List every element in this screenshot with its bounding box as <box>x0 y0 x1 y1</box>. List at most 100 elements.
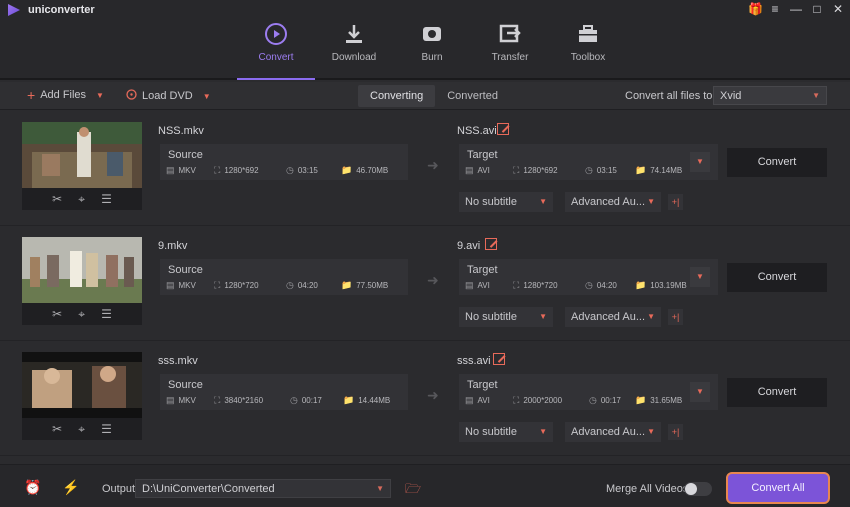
minimize-icon[interactable]: — <box>790 2 802 16</box>
chevron-down-icon[interactable]: ▼ <box>203 92 211 101</box>
subtitle-select[interactable]: No subtitle ▼ <box>459 192 553 212</box>
speed-icon[interactable]: ⚡ <box>62 479 79 496</box>
target-format: AVI <box>477 396 490 405</box>
effects-icon[interactable]: ☰ <box>101 422 112 436</box>
convert-all-button[interactable]: Convert All <box>726 472 830 504</box>
subtitle-select[interactable]: No subtitle ▼ <box>459 307 553 327</box>
source-label: Source <box>168 379 203 391</box>
target-format-dropdown[interactable]: ▼ <box>690 382 710 402</box>
tab-converting[interactable]: Converting <box>358 85 436 107</box>
load-dvd-label: Load DVD <box>142 90 193 102</box>
video-thumbnail[interactable]: ✂ ⌖ ☰ <box>22 237 142 325</box>
video-thumbnail[interactable]: ✂ ⌖ ☰ <box>22 122 142 210</box>
nav-label: Download <box>331 52 377 63</box>
burn-icon <box>393 22 471 46</box>
video-thumbnail[interactable]: ✂ ⌖ ☰ <box>22 352 142 440</box>
nav-toolbox[interactable]: Toolbox <box>549 18 627 80</box>
source-duration: 04:20 <box>297 281 318 290</box>
format-icon: ▤ <box>166 280 175 290</box>
schedule-icon[interactable]: ⏰ <box>24 479 41 496</box>
dvd-icon <box>126 89 137 103</box>
resolution-icon: ⛶ <box>513 280 520 290</box>
convert-button[interactable]: Convert <box>727 263 827 292</box>
crop-icon[interactable]: ⌖ <box>78 192 85 207</box>
target-format: AVI <box>477 166 490 175</box>
trim-icon[interactable]: ✂ <box>52 307 62 321</box>
source-format: MKV <box>178 281 196 290</box>
filesize-icon: 📁 <box>635 165 647 175</box>
output-format-select[interactable]: Xvid ▼ <box>713 86 827 105</box>
convert-button[interactable]: Convert <box>727 148 827 177</box>
logo-icon <box>8 4 20 16</box>
plus-icon: + <box>27 86 36 103</box>
trim-icon[interactable]: ✂ <box>52 192 62 206</box>
nav-convert[interactable]: Convert <box>237 18 315 80</box>
add-files-label: Add Files <box>40 89 87 101</box>
target-resolution: 2000*2000 <box>523 396 563 405</box>
maximize-icon[interactable]: □ <box>811 2 823 16</box>
crop-icon[interactable]: ⌖ <box>78 422 85 437</box>
close-icon[interactable]: ✕ <box>832 2 844 16</box>
target-label: Target <box>467 264 498 276</box>
chevron-down-icon: ▼ <box>647 312 655 321</box>
chevron-down-icon[interactable]: ▼ <box>96 91 104 100</box>
file-row: ✂ ⌖ ☰ 9.mkv 9.avi Source ▤ MKV ⛶ 1280*720 … <box>0 226 850 341</box>
add-files-button[interactable]: + Add Files ▼ <box>27 86 104 103</box>
audio-select[interactable]: Advanced Au... ▼ <box>565 307 661 327</box>
target-info: Target ▤ AVI ⛶ 1280*720 ◷ 04:20 📁 103.19MB ▼ <box>459 259 718 295</box>
trim-icon[interactable]: ✂ <box>52 422 62 436</box>
add-subtitle-icon[interactable]: +| <box>668 194 683 210</box>
crop-icon[interactable]: ⌖ <box>78 307 85 322</box>
add-subtitle-icon[interactable]: +| <box>668 424 683 440</box>
format-icon: ▤ <box>465 280 474 290</box>
gift-icon[interactable]: 🎁 <box>748 2 763 16</box>
chevron-down-icon: ▼ <box>539 197 547 206</box>
open-folder-icon[interactable]: 🗁 <box>405 480 421 502</box>
thumbnail-image <box>22 122 142 188</box>
subtitle-select[interactable]: No subtitle ▼ <box>459 422 553 442</box>
nav-label: Toolbox <box>570 52 606 63</box>
resolution-icon: ⛶ <box>513 395 520 405</box>
app-title: uniconverter <box>28 4 95 16</box>
nav-burn[interactable]: Burn <box>393 18 471 80</box>
source-resolution: 3840*2160 <box>224 396 264 405</box>
file-row: ✂ ⌖ ☰ NSS.mkv NSS.avi Source ▤ MKV ⛶ 1280*… <box>0 111 850 226</box>
merge-toggle[interactable] <box>684 482 712 496</box>
download-icon <box>315 22 393 46</box>
edit-name-icon[interactable] <box>493 353 505 365</box>
load-dvd-button[interactable]: Load DVD ▼ <box>126 89 211 103</box>
duration-icon: ◷ <box>585 165 593 175</box>
source-meta: ▤ MKV ⛶ 1280*692 ◷ 03:15 📁 46.70MB <box>166 165 388 176</box>
bottom-bar: ⏰ ⚡ Output D:\UniConverter\Converted ▼ 🗁… <box>0 464 850 507</box>
convert-button[interactable]: Convert <box>727 378 827 407</box>
add-subtitle-icon[interactable]: +| <box>668 309 683 325</box>
target-meta: ▤ AVI ⛶ 1280*692 ◷ 03:15 📁 74.14MB <box>465 165 682 176</box>
target-format-dropdown[interactable]: ▼ <box>690 152 710 172</box>
nav-transfer[interactable]: Transfer <box>471 18 549 80</box>
output-path-select[interactable]: D:\UniConverter\Converted ▼ <box>135 479 391 498</box>
source-filename: 9.mkv <box>158 240 188 252</box>
source-resolution: 1280*720 <box>224 281 259 290</box>
transfer-icon <box>471 22 549 46</box>
audio-select[interactable]: Advanced Au... ▼ <box>565 192 661 212</box>
source-info: Source ▤ MKV ⛶ 1280*692 ◷ 03:15 📁 46.70MB <box>160 144 408 180</box>
target-format-dropdown[interactable]: ▼ <box>690 267 710 287</box>
output-format-value: Xvid <box>720 90 742 102</box>
tab-converted[interactable]: Converted <box>435 85 510 107</box>
source-info: Source ▤ MKV ⛶ 1280*720 ◷ 04:20 📁 77.50MB <box>160 259 408 295</box>
menu-icon[interactable]: ≡ <box>769 2 781 16</box>
thumbnail-tools: ✂ ⌖ ☰ <box>22 188 142 210</box>
convert-icon <box>237 22 315 46</box>
edit-name-icon[interactable] <box>485 238 497 250</box>
chevron-down-icon: ▼ <box>539 427 547 436</box>
output-path-value: D:\UniConverter\Converted <box>142 483 275 495</box>
effects-icon[interactable]: ☰ <box>101 192 112 206</box>
subtitle-value: No subtitle <box>465 426 517 438</box>
source-filename: NSS.mkv <box>158 125 204 137</box>
chevron-down-icon: ▼ <box>647 197 655 206</box>
edit-name-icon[interactable] <box>497 123 509 135</box>
effects-icon[interactable]: ☰ <box>101 307 112 321</box>
audio-select[interactable]: Advanced Au... ▼ <box>565 422 661 442</box>
nav-label: Transfer <box>491 52 529 63</box>
nav-download[interactable]: Download <box>315 18 393 80</box>
